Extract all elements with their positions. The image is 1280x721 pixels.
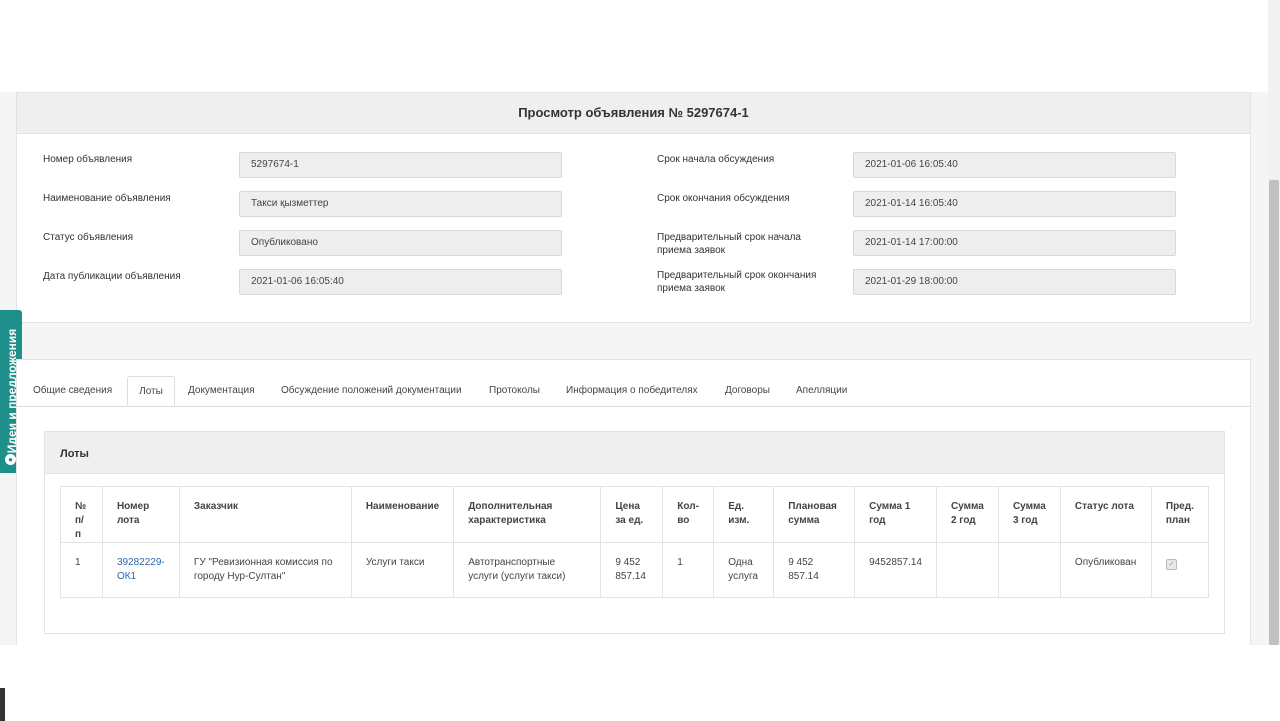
bottom-blank-area [0, 645, 1280, 721]
page-title: Просмотр объявления № 5297674-1 [17, 93, 1250, 134]
table-header-row: № п/п Номер лота Заказчик Наименование Доп… [60, 486, 1210, 543]
label-application-end-line1: Предварительный срок окончания [657, 270, 817, 281]
lots-panel: Лоты № п/п Номер лота Заказчик Наименовани… [44, 431, 1225, 634]
label-announcement-status: Статус объявления [43, 232, 134, 243]
lots-title: Лоты [45, 432, 1224, 474]
col-sum-year1: Сумма 1 год [854, 486, 937, 543]
cell-unit: Одна услуга [713, 542, 775, 598]
label-application-start-line1: Предварительный срок начала [657, 232, 801, 243]
cell-qty: 1 [662, 542, 715, 598]
col-price: Цена за ед. [600, 486, 664, 543]
tab-documentation[interactable]: Документация [188, 376, 255, 406]
lots-table: № п/п Номер лота Заказчик Наименование Доп… [60, 486, 1210, 598]
col-lot-number: Номер лота [101, 486, 180, 543]
cell-planned-sum: 9 452 857.14 [773, 542, 856, 598]
scrollbar-thumb[interactable] [1269, 180, 1279, 645]
tab-protocols[interactable]: Протоколы [489, 376, 540, 406]
col-planned-sum: Плановая сумма [773, 486, 856, 543]
col-name: Наименование [350, 486, 455, 543]
bottom-edge [0, 688, 5, 721]
field-application-start: 2021-01-14 17:00:00 [853, 230, 1176, 256]
col-unit: Ед. изм. [713, 486, 775, 543]
label-application-start: Предварительный срок начала приема заяво… [657, 231, 801, 257]
field-announcement-number: 5297674-1 [239, 152, 562, 178]
cell-pre-plan: ✓ [1150, 542, 1210, 598]
field-discussion-start: 2021-01-06 16:05:40 [853, 152, 1176, 178]
col-lot-status: Статус лота [1059, 486, 1152, 543]
tab-lots[interactable]: Лоты [127, 376, 175, 406]
tabs-panel: Общие сведения Лоты Документация Обсужде… [16, 359, 1251, 645]
lot-number-link[interactable]: 39282229- ОК1 [117, 556, 165, 584]
cell-lot-number: 39282229- ОК1 [101, 542, 180, 598]
cell-lot-status: Опубликован [1059, 542, 1152, 598]
col-number: № п/п [60, 486, 103, 543]
field-announcement-name: Такси қызметтер [239, 191, 562, 217]
tab-appeals[interactable]: Апелляции [796, 376, 847, 406]
cell-customer: ГУ "Ревизионная комиссия по городу Нур-Су… [178, 542, 352, 598]
field-discussion-end: 2021-01-14 16:05:40 [853, 191, 1176, 217]
cell-sum-year1: 9452857.14 [854, 542, 937, 598]
col-qty: Кол-во [662, 486, 715, 543]
label-application-start-line2: приема заявок [657, 245, 726, 256]
col-sum-year2: Сумма 2 год [935, 486, 999, 543]
label-application-end-line2: приема заявок [657, 283, 726, 294]
lightbulb-icon: ● [5, 454, 16, 465]
label-publication-date: Дата публикации объявления [43, 271, 181, 282]
field-application-end: 2021-01-29 18:00:00 [853, 269, 1176, 295]
tab-winners-info[interactable]: Информация о победителях [566, 376, 698, 406]
col-pre-plan: Пред. план [1150, 486, 1210, 543]
label-announcement-name: Наименование объявления [43, 193, 171, 204]
cell-number: 1 [60, 542, 103, 598]
label-discussion-end: Срок окончания обсуждения [657, 193, 790, 204]
col-sum-year3: Сумма 3 год [997, 486, 1061, 543]
pre-plan-checkbox[interactable]: ✓ [1165, 559, 1177, 570]
tab-documentation-discussion[interactable]: Обсуждение положений документации [281, 376, 462, 406]
announcement-header-panel: Просмотр объявления № 5297674-1 Номер об… [16, 92, 1251, 323]
cell-sum-year3 [997, 542, 1061, 598]
col-extra: Дополнительная характеристика [453, 486, 602, 543]
top-blank-area [0, 0, 1280, 92]
cell-sum-year2 [935, 542, 999, 598]
tab-contracts[interactable]: Договоры [725, 376, 770, 406]
tabs-bar: Общие сведения Лоты Документация Обсужде… [17, 376, 1250, 407]
col-customer: Заказчик [178, 486, 352, 543]
label-announcement-number: Номер объявления [43, 154, 133, 165]
cell-extra: Автотранспортные услуги (услуги такси) [453, 542, 602, 598]
cell-name: Услуги такси [350, 542, 455, 598]
label-application-end: Предварительный срок окончания приема за… [657, 269, 816, 295]
field-publication-date: 2021-01-06 16:05:40 [239, 269, 562, 295]
field-announcement-status: Опубликовано [239, 230, 562, 256]
table-row: 1 39282229- ОК1 ГУ "Ревизионная комиссия … [60, 542, 1210, 598]
label-discussion-start: Срок начала обсуждения [657, 154, 775, 165]
tab-general-info[interactable]: Общие сведения [33, 376, 112, 406]
cell-price: 9 452 857.14 [600, 542, 664, 598]
